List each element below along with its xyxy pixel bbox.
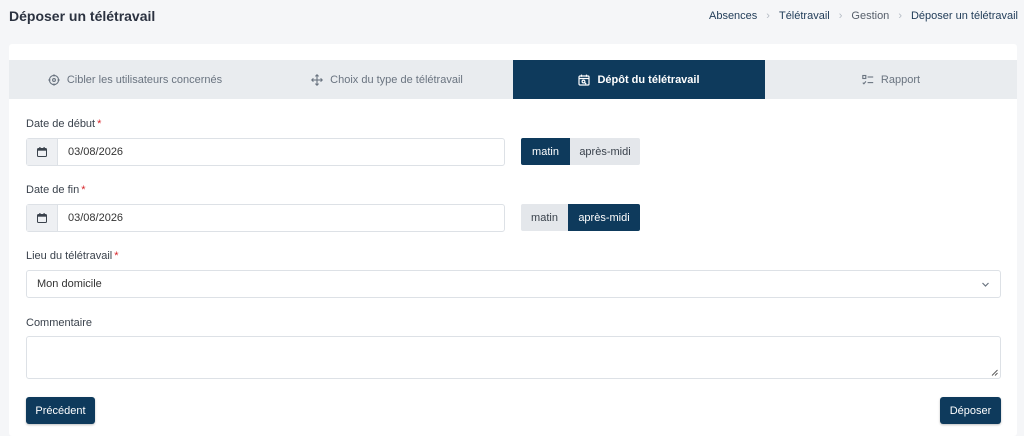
- comment-label: Commentaire: [26, 317, 93, 329]
- step-label: Dépôt du télétravail: [597, 73, 700, 86]
- start-date-label: Date de début *: [26, 118, 101, 130]
- end-apres-midi-button[interactable]: après-midi: [568, 204, 640, 231]
- location-label-text: Lieu du télétravail: [26, 250, 113, 262]
- form-card: Cibler les utilisateurs concernés Choix …: [9, 44, 1017, 436]
- end-date-label: Date de fin *: [26, 184, 85, 196]
- required-marker: *: [114, 250, 119, 262]
- start-date-label-text: Date de début: [26, 118, 96, 130]
- start-date-field: [26, 138, 505, 166]
- required-marker: *: [97, 118, 102, 130]
- calendar-icon[interactable]: [27, 139, 58, 165]
- end-matin-button[interactable]: matin: [521, 204, 568, 231]
- step-label: Cibler les utilisateurs concernés: [66, 73, 223, 86]
- breadcrumb-separator-icon: ›: [766, 10, 770, 22]
- resize-handle-icon[interactable]: [991, 369, 998, 376]
- breadcrumb-teletravail[interactable]: Télétravail: [779, 10, 830, 22]
- comment-textarea[interactable]: [26, 336, 1001, 379]
- breadcrumb: Absences › Télétravail › Gestion › Dépos…: [709, 10, 1018, 22]
- location-select[interactable]: Mon domicile: [26, 270, 1001, 298]
- start-period-toggle: matin après-midi: [521, 138, 640, 165]
- move-arrows-icon: [311, 73, 324, 86]
- start-matin-button[interactable]: matin: [521, 138, 570, 165]
- required-marker: *: [81, 184, 86, 196]
- end-date-label-text: Date de fin: [26, 184, 80, 196]
- breadcrumb-current: Déposer un télétravail: [910, 10, 1018, 22]
- checklist-icon: [862, 74, 874, 85]
- step-label: Choix du type de télétravail: [330, 73, 463, 86]
- step-rapport[interactable]: Rapport: [765, 60, 1017, 99]
- breadcrumb-separator-icon: ›: [838, 10, 843, 22]
- step-cibler-utilisateurs[interactable]: Cibler les utilisateurs concernés: [9, 60, 261, 99]
- location-label: Lieu du télétravail *: [26, 250, 119, 262]
- calendar-search-icon: [578, 74, 591, 86]
- page-title: Déposer un télétravail: [9, 8, 156, 24]
- start-date-input[interactable]: [58, 139, 504, 165]
- end-date-input[interactable]: [58, 205, 504, 231]
- location-selected-value: Mon domicile: [37, 278, 102, 290]
- calendar-icon[interactable]: [27, 205, 58, 231]
- breadcrumb-absences[interactable]: Absences: [709, 10, 757, 22]
- step-choix-type[interactable]: Choix du type de télétravail: [261, 60, 513, 99]
- breadcrumb-gestion[interactable]: Gestion: [851, 10, 889, 22]
- breadcrumb-separator-icon: ›: [898, 10, 902, 22]
- top-bar: Déposer un télétravail Absences › Télétr…: [0, 0, 1024, 42]
- end-date-field: [26, 204, 505, 232]
- start-apres-midi-button[interactable]: après-midi: [570, 138, 640, 165]
- wizard-steps: Cibler les utilisateurs concernés Choix …: [9, 60, 1017, 99]
- end-period-toggle: matin après-midi: [521, 204, 640, 231]
- step-label: Rapport: [880, 73, 921, 86]
- previous-button[interactable]: Précédent: [26, 397, 95, 424]
- step-depot-teletravail[interactable]: Dépôt du télétravail: [513, 60, 765, 99]
- chevron-down-icon: [982, 282, 989, 287]
- submit-button[interactable]: Déposer: [940, 397, 1001, 424]
- target-icon: [48, 73, 60, 86]
